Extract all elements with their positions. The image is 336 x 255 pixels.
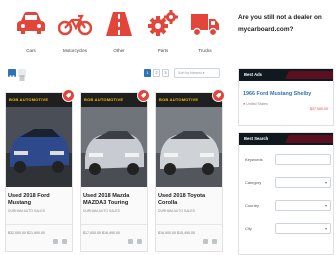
category-bar: Cars Motorcycles Other Parts Trucks xyxy=(0,0,226,62)
listing-dealer: DURHAM AUTO SALES xyxy=(83,209,120,213)
motorcycle-icon xyxy=(58,14,92,36)
listing-card[interactable]: BOB AUTOMOTIVE Used 2018 Toyota Corolla … xyxy=(155,89,225,252)
listing-photo[interactable]: BOB AUTOMOTIVE xyxy=(156,93,222,187)
listing-price: $32,000.00 $21,900.00 xyxy=(8,231,45,235)
car-photo xyxy=(156,93,222,187)
pagination-page[interactable]: 1 xyxy=(144,69,151,77)
keywords-input[interactable] xyxy=(275,154,331,165)
dealer-brand: BOB AUTOMOTIVE xyxy=(84,97,124,102)
car-photo xyxy=(6,93,72,187)
favorite-badge[interactable] xyxy=(62,89,75,102)
listing-dealer: DURHAM AUTO SALES xyxy=(158,209,195,213)
category-trucks[interactable]: Trucks xyxy=(182,4,228,62)
listing-card[interactable]: BOB AUTOMOTIVE Used 2018 Ford Mustang DU… xyxy=(5,89,75,252)
chevron-down-icon: ▾ xyxy=(324,203,327,208)
listing-price: $17,000.00 $16,490.00 xyxy=(83,231,120,235)
favorite-badge[interactable] xyxy=(212,89,225,102)
car-icon xyxy=(17,12,45,34)
panel-title: Best Search xyxy=(244,136,269,141)
city-select[interactable]: ▾ xyxy=(275,223,331,234)
share-icon[interactable] xyxy=(137,239,142,244)
share-icon[interactable] xyxy=(62,239,67,244)
road-icon xyxy=(106,12,132,36)
listing-title[interactable]: Used 2018 Ford Mustang xyxy=(8,193,70,207)
listing-card[interactable]: BOB AUTOMOTIVE Used 2018 Mazda MAZDA3 To… xyxy=(80,89,150,252)
truck-icon xyxy=(191,14,219,37)
sidebar: Are you still not a dealer on mycarboard… xyxy=(234,0,336,255)
list-view-icon[interactable] xyxy=(18,69,26,81)
best-ads-panel: Best Ads 1966 Ford Mustang Shelby ● Unit… xyxy=(238,68,334,126)
chevron-down-icon: ▾ xyxy=(324,180,327,185)
category-label: Parts xyxy=(157,48,169,53)
compare-icon[interactable] xyxy=(53,239,58,244)
listing-photo[interactable]: BOB AUTOMOTIVE xyxy=(81,93,147,187)
price-row: $32,000.00 $21,900.00 xyxy=(6,224,72,250)
sort-select[interactable]: Sort by Newest ▾ xyxy=(174,68,220,78)
car-photo xyxy=(81,93,147,187)
ad-title-link[interactable]: 1966 Ford Mustang Shelby xyxy=(243,91,311,97)
category-parts[interactable]: Parts xyxy=(140,4,186,62)
listing-toolbar: 1 2 3 Sort by Newest ▾ xyxy=(4,66,222,82)
category-motorcycles[interactable]: Motorcycles xyxy=(52,4,98,62)
price-row: $16,000.00 $15,490.00 xyxy=(156,224,222,250)
panel-header: Best Ads xyxy=(239,69,333,81)
listing-photo[interactable]: BOB AUTOMOTIVE xyxy=(6,93,72,187)
ad-price: $37,000.00 xyxy=(310,107,328,111)
country-label: Country xyxy=(245,203,260,208)
category-label: Category xyxy=(245,180,262,185)
keywords-label: Keywords xyxy=(245,157,263,162)
panel-header: Best Search xyxy=(239,133,333,145)
tag-icon xyxy=(66,93,71,98)
category-label: Trucks xyxy=(198,48,212,53)
chevron-down-icon: ▾ xyxy=(324,226,327,231)
dealer-brand: BOB AUTOMOTIVE xyxy=(9,97,49,102)
grid-view-icon[interactable] xyxy=(8,69,16,81)
dealer-brand: BOB AUTOMOTIVE xyxy=(159,97,199,102)
share-icon[interactable] xyxy=(212,239,217,244)
compare-icon[interactable] xyxy=(203,239,208,244)
pagination-page[interactable]: 3 xyxy=(162,69,169,77)
category-select[interactable]: ▾ xyxy=(275,177,331,188)
ad-location: ● United States xyxy=(243,102,268,106)
listing-title[interactable]: Used 2018 Toyota Corolla xyxy=(158,193,220,207)
dealer-question[interactable]: Are you still not a dealer on mycarboard… xyxy=(238,12,334,36)
category-label: Motorcycles xyxy=(62,48,87,53)
city-label: City xyxy=(245,226,252,231)
category-other[interactable]: Other xyxy=(96,4,142,62)
pagination-page[interactable]: 2 xyxy=(153,69,160,77)
listing-price: $16,000.00 $15,490.00 xyxy=(158,231,195,235)
panel-title: Best Ads xyxy=(244,72,262,77)
listing-title[interactable]: Used 2018 Mazda MAZDA3 Touring xyxy=(83,193,145,207)
tag-icon xyxy=(141,93,146,98)
gears-icon xyxy=(148,10,178,36)
best-search-panel: Best Search Keywords Category ▾ Country … xyxy=(238,132,334,255)
category-label: Other xyxy=(113,48,125,53)
country-select[interactable]: ▾ xyxy=(275,200,331,211)
category-cars[interactable]: Cars xyxy=(8,4,54,62)
category-label: Cars xyxy=(26,48,36,53)
tag-icon xyxy=(216,93,221,98)
listing-dealer: DURHAM AUTO SALES xyxy=(8,209,45,213)
price-row: $17,000.00 $16,490.00 xyxy=(81,224,147,250)
favorite-badge[interactable] xyxy=(137,89,150,102)
compare-icon[interactable] xyxy=(128,239,133,244)
